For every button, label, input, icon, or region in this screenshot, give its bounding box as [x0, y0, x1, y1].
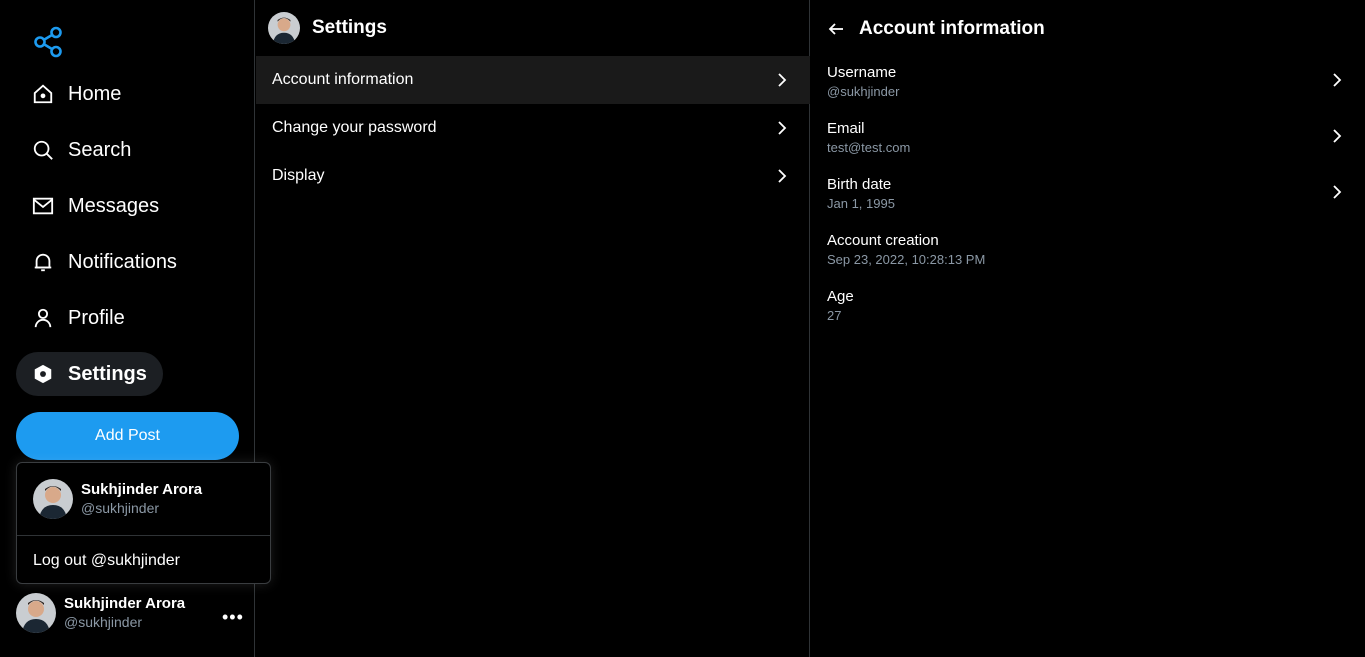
account-field-account-creation: Account creation Sep 23, 2022, 10:28:13 …	[811, 232, 1365, 284]
field-label: Account creation	[827, 232, 939, 249]
popup-user-info: Sukhjinder Arora @sukhjinder	[33, 479, 202, 519]
popup-user-name: Sukhjinder Arora	[81, 481, 203, 498]
field-value: Sep 23, 2022, 10:28:13 PM	[827, 252, 986, 267]
account-menu-popup: Sukhjinder Arora @sukhjinder Log out @su…	[16, 462, 271, 584]
nav-item-messages[interactable]: Messages	[16, 184, 175, 228]
mail-icon	[32, 195, 54, 217]
nav-item-label: Home	[68, 82, 122, 105]
chevron-right-icon	[778, 73, 787, 87]
chevron-right-icon	[778, 169, 787, 183]
settings-item-label: Account information	[272, 71, 414, 88]
nav-item-home[interactable]: Home	[16, 72, 137, 116]
field-value: test@test.com	[827, 140, 911, 155]
nav-item-label: Notifications	[68, 250, 177, 273]
field-label: Birth date	[827, 176, 892, 193]
more-options-icon[interactable]: •••	[222, 608, 244, 626]
user-name: Sukhjinder Arora	[64, 595, 186, 612]
logout-button[interactable]: Log out @sukhjinder	[33, 552, 180, 570]
popup-user-handle: @sukhjinder	[81, 500, 160, 516]
field-value: @sukhjinder	[827, 84, 900, 99]
chevron-right-icon	[778, 121, 787, 135]
settings-item-label: Change your password	[272, 119, 437, 136]
account-info-header: Account information	[827, 18, 1045, 40]
nav-item-label: Settings	[68, 362, 147, 385]
field-label: Email	[827, 120, 865, 137]
add-post-button[interactable]: Add Post	[16, 412, 239, 460]
avatar	[16, 593, 56, 633]
avatar[interactable]	[268, 12, 300, 44]
user-handle: @sukhjinder	[64, 614, 143, 630]
bell-icon	[32, 251, 54, 273]
search-icon	[32, 139, 54, 161]
field-label: Username	[827, 64, 897, 81]
nav-item-label: Messages	[68, 194, 160, 217]
nav-item-label: Profile	[68, 306, 125, 329]
avatar	[33, 479, 73, 519]
field-value: Jan 1, 1995	[827, 196, 895, 211]
user-icon	[32, 307, 54, 329]
chevron-right-icon	[1333, 185, 1342, 199]
page-title: Settings	[312, 17, 387, 38]
settings-panel: Settings Account information Change your…	[256, 0, 810, 657]
divider	[17, 535, 270, 536]
settings-item-change-password[interactable]: Change your password	[256, 104, 810, 152]
settings-item-display[interactable]: Display	[256, 152, 810, 200]
account-field-username[interactable]: Username @sukhjinder	[811, 64, 1365, 116]
account-field-age: Age 27	[811, 288, 1365, 340]
field-label: Age	[827, 288, 854, 305]
settings-item-account-information[interactable]: Account information	[256, 56, 810, 104]
settings-item-label: Display	[272, 167, 325, 184]
nav-item-notifications[interactable]: Notifications	[16, 240, 193, 284]
nav-item-label: Search	[68, 138, 132, 161]
panel-title: Account information	[859, 18, 1045, 39]
account-information-panel: Account information Username @sukhjinder…	[811, 0, 1365, 657]
home-icon	[32, 83, 54, 105]
account-field-birth-date[interactable]: Birth date Jan 1, 1995	[811, 176, 1365, 228]
field-value: 27	[827, 308, 842, 323]
nav-item-profile[interactable]: Profile	[16, 296, 141, 340]
nav-item-settings[interactable]: Settings	[16, 352, 163, 396]
settings-header: Settings	[268, 12, 387, 44]
nav-item-search[interactable]: Search	[16, 128, 147, 172]
gear-icon	[32, 363, 54, 385]
chevron-right-icon	[1333, 73, 1342, 87]
arrow-left-icon[interactable]	[827, 20, 845, 38]
account-field-email[interactable]: Email test@test.com	[811, 120, 1365, 172]
chevron-right-icon	[1333, 129, 1342, 143]
share-logo-icon[interactable]	[33, 26, 65, 58]
current-user-card[interactable]: Sukhjinder Arora @sukhjinder	[16, 593, 244, 633]
